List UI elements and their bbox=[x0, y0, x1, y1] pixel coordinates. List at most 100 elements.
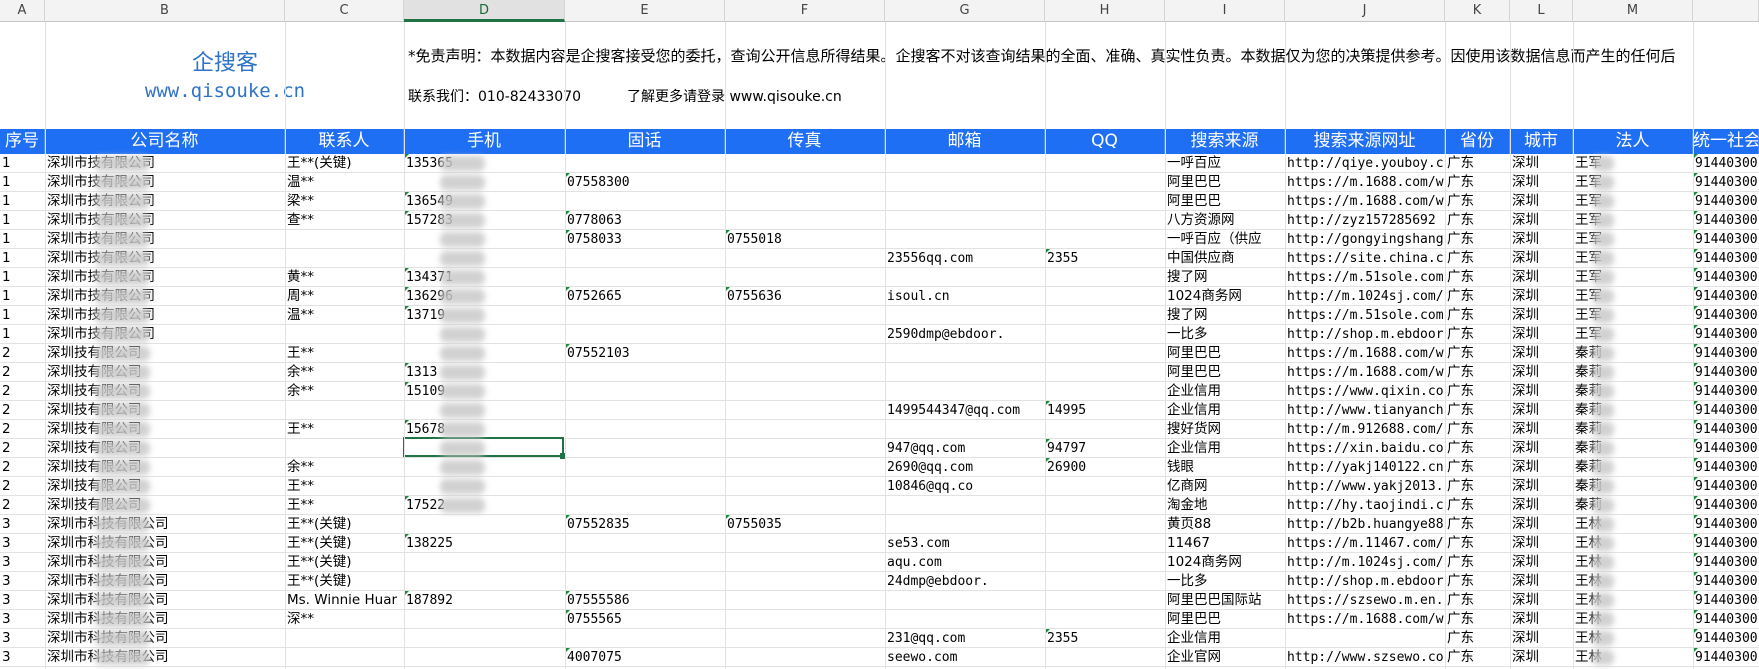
cell-email[interactable] bbox=[885, 306, 1045, 325]
header-email[interactable]: 邮箱 bbox=[885, 129, 1045, 154]
cell-city[interactable]: 深圳 bbox=[1510, 154, 1573, 173]
cell-email[interactable] bbox=[885, 173, 1045, 192]
cell-url[interactable]: https://m.1688.com/w bbox=[1285, 173, 1445, 192]
cell-seq[interactable]: 1 bbox=[0, 154, 45, 173]
cell-source[interactable]: 阿里巴巴 bbox=[1165, 363, 1285, 382]
cell-mobile[interactable] bbox=[404, 629, 565, 648]
column-letter[interactable]: A bbox=[0, 0, 45, 22]
cell-city[interactable]: 深圳 bbox=[1510, 382, 1573, 401]
cell-fax[interactable]: 0755035 bbox=[725, 515, 885, 534]
cell-email[interactable] bbox=[885, 610, 1045, 629]
cell-seq[interactable]: 2 bbox=[0, 401, 45, 420]
cell-url[interactable]: http://gongyingshang bbox=[1285, 230, 1445, 249]
cell-company[interactable]: 深圳技有限公司 bbox=[45, 344, 285, 363]
cell-uscc[interactable]: 91440300 bbox=[1693, 173, 1759, 192]
cell-source[interactable]: 一呼百应（供应 bbox=[1165, 230, 1285, 249]
cell-email[interactable] bbox=[885, 344, 1045, 363]
cell-seq[interactable]: 3 bbox=[0, 591, 45, 610]
cell-legal[interactable]: 王军 bbox=[1573, 173, 1693, 192]
cell-fax[interactable] bbox=[725, 420, 885, 439]
cell-email[interactable]: se53.com bbox=[885, 534, 1045, 553]
cell-legal[interactable]: 王林 bbox=[1573, 515, 1693, 534]
cell-city[interactable]: 深圳 bbox=[1510, 173, 1573, 192]
cell-source[interactable]: 搜了网 bbox=[1165, 306, 1285, 325]
cell-url[interactable]: http://m.912688.com/ bbox=[1285, 420, 1445, 439]
cell-fax[interactable] bbox=[725, 553, 885, 572]
cell-email[interactable] bbox=[885, 420, 1045, 439]
cell-province[interactable]: 广东 bbox=[1445, 344, 1510, 363]
cell-legal[interactable]: 王林 bbox=[1573, 629, 1693, 648]
cell-source[interactable]: 11467 bbox=[1165, 534, 1285, 553]
cell-fax[interactable]: 0755636 bbox=[725, 287, 885, 306]
cell-qq[interactable] bbox=[1045, 553, 1165, 572]
cell-company[interactable]: 深圳市技有限公司 bbox=[45, 154, 285, 173]
cell-email[interactable]: 231@qq.com bbox=[885, 629, 1045, 648]
cell-legal[interactable]: 王林 bbox=[1573, 572, 1693, 591]
cell-fax[interactable] bbox=[725, 534, 885, 553]
column-letter[interactable]: D bbox=[404, 0, 565, 22]
cell-uscc[interactable]: 91440300 bbox=[1693, 534, 1759, 553]
cell-contact[interactable]: 王**(关键) bbox=[285, 553, 404, 572]
cell-source[interactable]: 亿商网 bbox=[1165, 477, 1285, 496]
cell-seq[interactable]: 1 bbox=[0, 173, 45, 192]
header-url[interactable]: 搜索来源网址 bbox=[1285, 129, 1445, 154]
cell-province[interactable]: 广东 bbox=[1445, 534, 1510, 553]
cell-uscc[interactable]: 91440300 bbox=[1693, 249, 1759, 268]
cell-url[interactable]: http://hy.taojindi.c bbox=[1285, 496, 1445, 515]
cell-city[interactable]: 深圳 bbox=[1510, 534, 1573, 553]
cell-legal[interactable]: 王军 bbox=[1573, 306, 1693, 325]
cell-legal[interactable]: 王军 bbox=[1573, 211, 1693, 230]
cell-qq[interactable] bbox=[1045, 154, 1165, 173]
cell-uscc[interactable]: 91440300 bbox=[1693, 420, 1759, 439]
cell-contact[interactable]: 王** bbox=[285, 420, 404, 439]
cell-province[interactable]: 广东 bbox=[1445, 610, 1510, 629]
cell-seq[interactable]: 2 bbox=[0, 420, 45, 439]
cell-url[interactable]: https://m.1688.com/w bbox=[1285, 610, 1445, 629]
cell-email[interactable] bbox=[885, 515, 1045, 534]
cell-city[interactable]: 深圳 bbox=[1510, 629, 1573, 648]
cell-url[interactable]: https://site.china.c bbox=[1285, 249, 1445, 268]
cell-tel[interactable]: 07552103 bbox=[565, 344, 725, 363]
cell-url[interactable]: http://m.1024sj.com/ bbox=[1285, 553, 1445, 572]
cell-email[interactable] bbox=[885, 363, 1045, 382]
cell-company[interactable]: 深圳市科技有限公司 bbox=[45, 629, 285, 648]
cell-source[interactable]: 黄页88 bbox=[1165, 515, 1285, 534]
cell-qq[interactable] bbox=[1045, 192, 1165, 211]
cell-seq[interactable]: 1 bbox=[0, 249, 45, 268]
cell-qq[interactable] bbox=[1045, 325, 1165, 344]
cell-contact[interactable] bbox=[285, 325, 404, 344]
cell-fax[interactable] bbox=[725, 382, 885, 401]
cell-contact[interactable]: 王**(关键) bbox=[285, 572, 404, 591]
cell-url[interactable]: https://m.51sole.com bbox=[1285, 306, 1445, 325]
cell-fax[interactable] bbox=[725, 591, 885, 610]
cell-url[interactable]: https://m.1688.com/w bbox=[1285, 192, 1445, 211]
cell-uscc[interactable]: 91440300 bbox=[1693, 477, 1759, 496]
cell-company[interactable]: 深圳市技有限公司 bbox=[45, 249, 285, 268]
cell-url[interactable]: https://www.qixin.co bbox=[1285, 382, 1445, 401]
cell-source[interactable]: 1024商务网 bbox=[1165, 553, 1285, 572]
cell-email[interactable] bbox=[885, 154, 1045, 173]
cell-mobile[interactable] bbox=[404, 648, 565, 667]
cell-seq[interactable]: 1 bbox=[0, 325, 45, 344]
cell-contact[interactable]: 王** bbox=[285, 344, 404, 363]
cell-contact[interactable]: 王** bbox=[285, 496, 404, 515]
cell-fax[interactable] bbox=[725, 477, 885, 496]
cell-city[interactable]: 深圳 bbox=[1510, 401, 1573, 420]
cell-city[interactable]: 深圳 bbox=[1510, 249, 1573, 268]
cell-tel[interactable] bbox=[565, 496, 725, 515]
cell-source[interactable]: 中国供应商 bbox=[1165, 249, 1285, 268]
cell-contact[interactable]: 余** bbox=[285, 458, 404, 477]
cell-email[interactable]: 23556qq.com bbox=[885, 249, 1045, 268]
cell-legal[interactable]: 秦莉 bbox=[1573, 477, 1693, 496]
cell-province[interactable]: 广东 bbox=[1445, 401, 1510, 420]
cell-fax[interactable] bbox=[725, 173, 885, 192]
cell-qq[interactable]: 14995 bbox=[1045, 401, 1165, 420]
cell-legal[interactable]: 秦莉 bbox=[1573, 401, 1693, 420]
cell-province[interactable]: 广东 bbox=[1445, 572, 1510, 591]
cell-province[interactable]: 广东 bbox=[1445, 553, 1510, 572]
cell-qq[interactable] bbox=[1045, 477, 1165, 496]
cell-uscc[interactable]: 91440300 bbox=[1693, 154, 1759, 173]
cell-fax[interactable] bbox=[725, 306, 885, 325]
cell-tel[interactable]: 4007075 bbox=[565, 648, 725, 667]
cell-province[interactable]: 广东 bbox=[1445, 648, 1510, 667]
